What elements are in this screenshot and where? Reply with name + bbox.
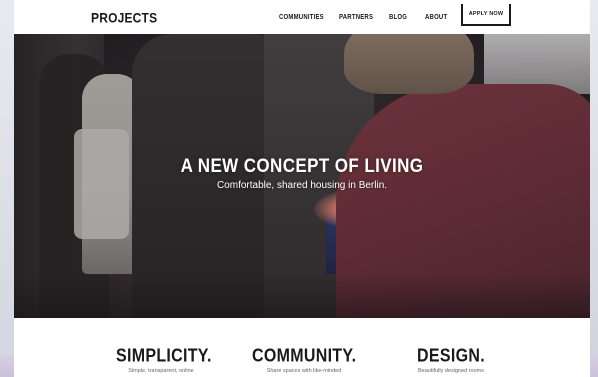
site-logo[interactable]: PROJECTS: [91, 10, 157, 26]
feature-text: Simple, transparent, online: [128, 368, 194, 374]
nav-partners[interactable]: PARTNERS: [339, 14, 373, 21]
backdrop-left: [0, 0, 14, 377]
feature-title: DESIGN.: [417, 346, 485, 367]
feature-community: COMMUNITY. Share spaces with like-minded: [252, 346, 357, 374]
page: PROJECTS COMMUNITIES PARTNERS BLOG ABOUT…: [14, 0, 590, 377]
backdrop-right: [590, 0, 598, 377]
feature-simplicity: SIMPLICITY. Simple, transparent, online: [116, 346, 212, 374]
apply-now-button[interactable]: APPLY NOW: [461, 4, 511, 26]
hero-subtitle: Comfortable, shared housing in Berlin.: [216, 180, 388, 191]
nav-about[interactable]: ABOUT: [425, 14, 447, 21]
feature-title: COMMUNITY.: [252, 346, 357, 367]
nav-communities[interactable]: COMMUNITIES: [279, 14, 324, 21]
hero-section: A NEW CONCEPT OF LIVING Comfortable, sha…: [14, 34, 590, 318]
feature-design: DESIGN. Beautifully designed rooms: [416, 346, 486, 374]
nav-blog[interactable]: BLOG: [389, 14, 407, 21]
feature-text: Share spaces with like-minded: [266, 368, 342, 374]
hero-title: A NEW CONCEPT OF LIVING: [180, 154, 424, 177]
feature-text: Beautifully designed rooms: [417, 368, 485, 374]
features-section: SIMPLICITY. Simple, transparent, online …: [14, 318, 590, 377]
site-header: PROJECTS COMMUNITIES PARTNERS BLOG ABOUT…: [14, 0, 590, 34]
feature-title: SIMPLICITY.: [116, 346, 212, 367]
